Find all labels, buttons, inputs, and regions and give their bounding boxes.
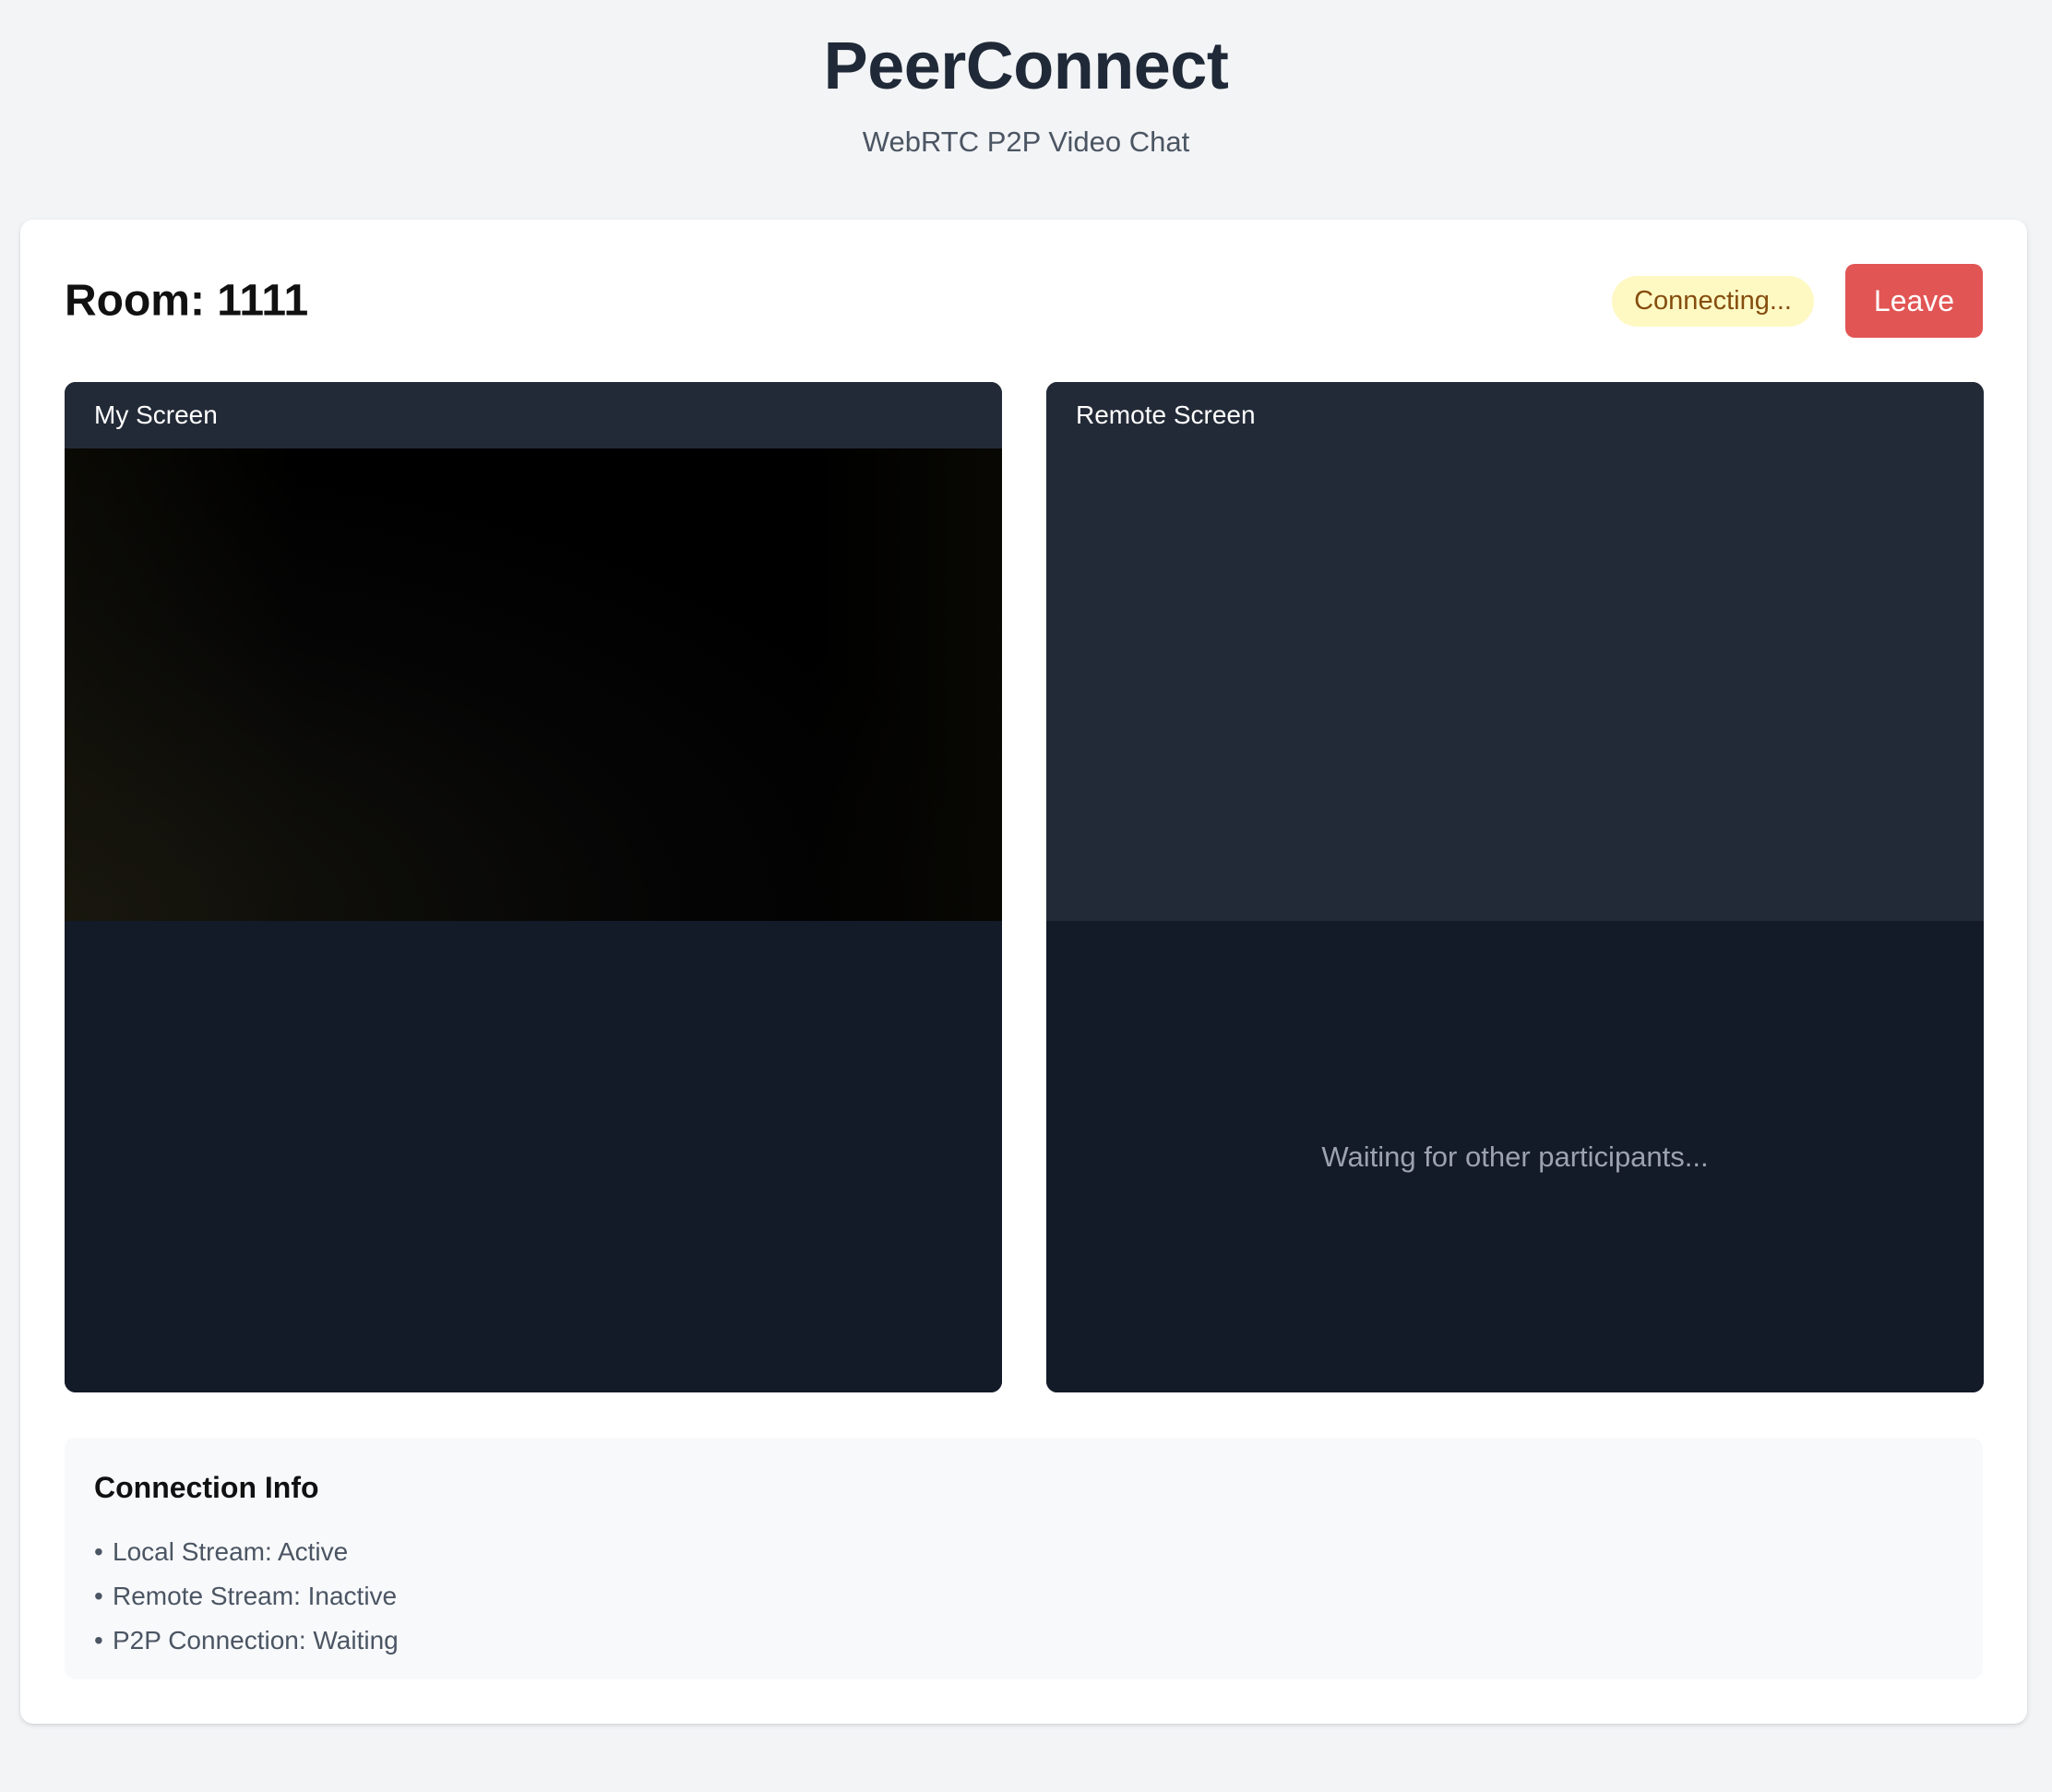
local-video-frame [65, 448, 1002, 921]
waiting-message: Waiting for other participants... [1321, 1140, 1709, 1173]
local-video-panel: My Screen [65, 382, 1002, 1392]
app-header: PeerConnect WebRTC P2P Video Chat [0, 0, 2052, 159]
room-card: Room: 1111 Connecting... Leave My Screen… [20, 220, 2027, 1724]
remote-panel-body: Waiting for other participants... [1046, 921, 1984, 1392]
room-actions: Connecting... Leave [1612, 264, 1983, 338]
room-bar: Room: 1111 Connecting... Leave [65, 264, 1983, 338]
connection-info-title: Connection Info [94, 1471, 319, 1504]
connection-info-item: • Remote Stream: Inactive [94, 1574, 399, 1619]
room-title: Room: 1111 [65, 276, 309, 326]
local-video-feed [65, 448, 1002, 921]
remote-panel-label: Remote Screen [1046, 382, 1984, 921]
bullet-icon: • [94, 1537, 103, 1566]
remote-stream-status: Remote Stream: Inactive [113, 1582, 398, 1610]
local-stream-status: Local Stream: Active [113, 1537, 349, 1566]
p2p-connection-status: P2P Connection: Waiting [113, 1626, 399, 1655]
connection-info-item: • P2P Connection: Waiting [94, 1619, 399, 1663]
connection-info: Connection Info • Local Stream: Active • R… [65, 1438, 1983, 1679]
connection-info-item: • Local Stream: Active [94, 1530, 399, 1574]
bullet-icon: • [94, 1626, 103, 1655]
local-panel-label: My Screen [65, 382, 1002, 448]
leave-button[interactable]: Leave [1845, 264, 1983, 338]
app-subtitle: WebRTC P2P Video Chat [862, 125, 1190, 158]
app-title: PeerConnect [823, 30, 1229, 103]
local-panel-body [65, 921, 1002, 1392]
status-badge: Connecting... [1612, 275, 1814, 327]
bullet-icon: • [94, 1582, 103, 1610]
connection-info-list: • Local Stream: Active • Remote Stream: In… [94, 1530, 399, 1663]
remote-video-panel: Remote Screen Waiting for other particip… [1046, 382, 1984, 1392]
